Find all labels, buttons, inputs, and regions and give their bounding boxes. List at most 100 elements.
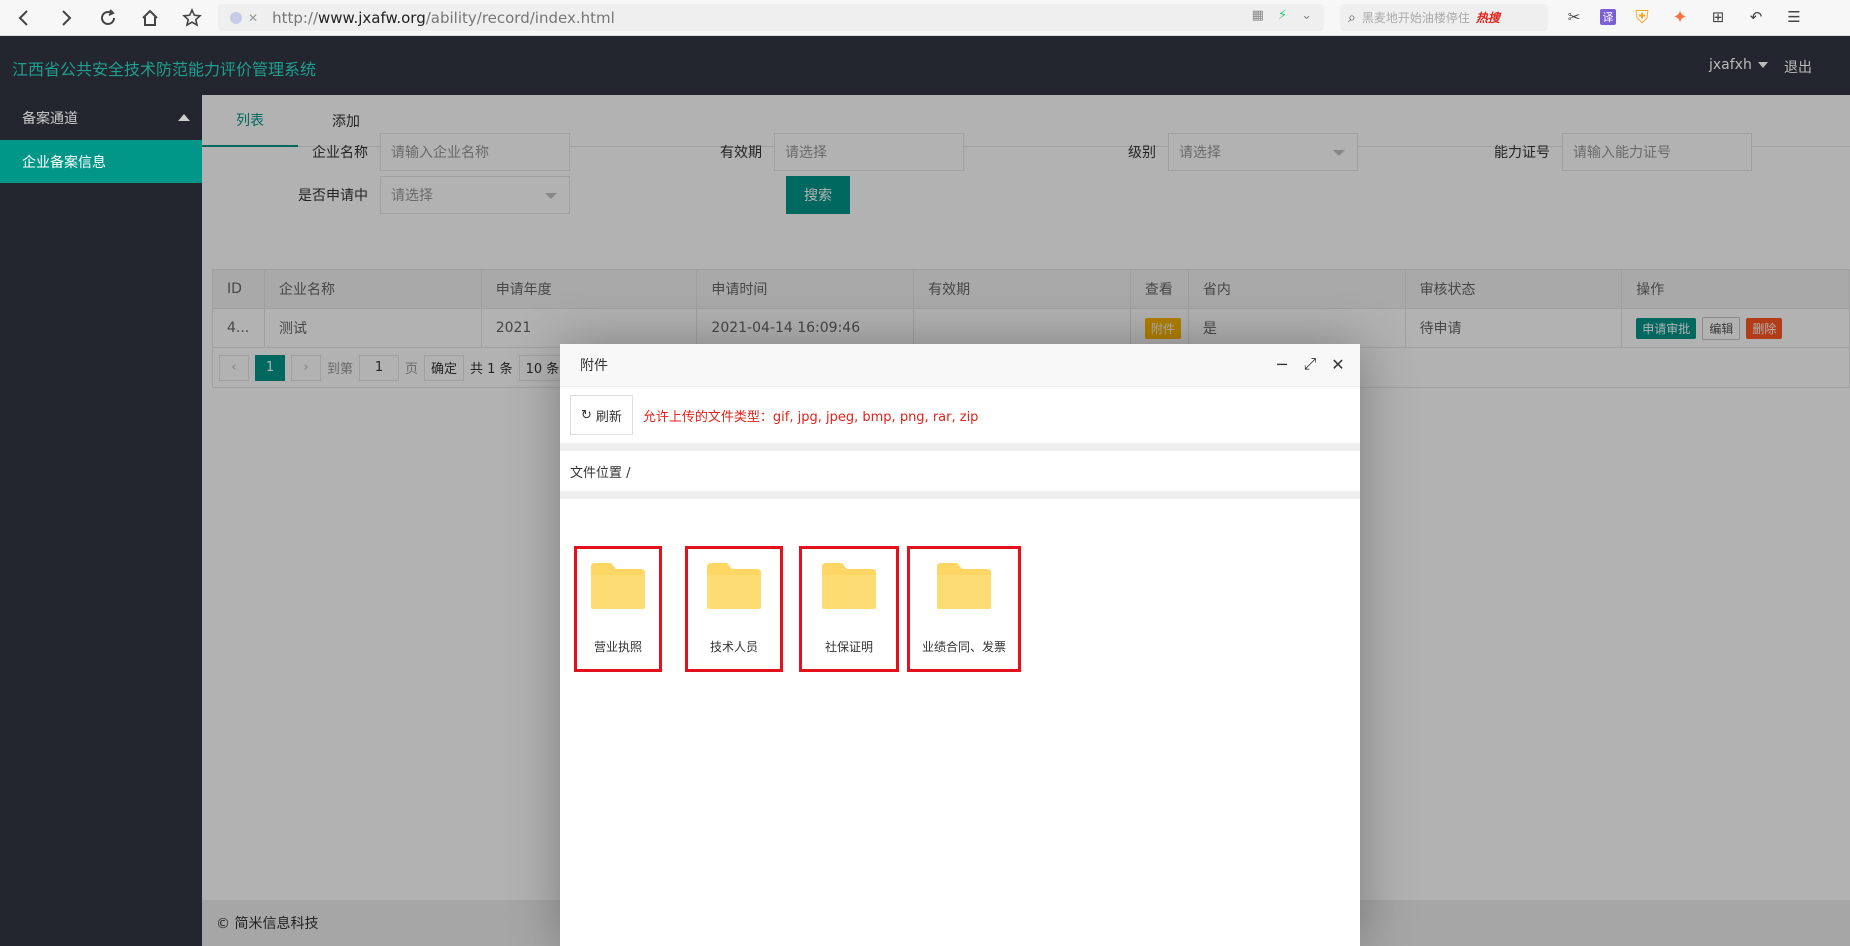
app-header: 江西省公共安全技术防范能力评价管理系统 jxafxh 退出 (0, 36, 1850, 95)
folder-business-license[interactable]: 营业执照 (574, 546, 662, 672)
applying-select[interactable]: 请选择 (380, 176, 570, 214)
validity-input[interactable]: 请选择 (774, 133, 964, 171)
cell-actions: 申请审批 编辑 删除 (1622, 309, 1849, 347)
cell-time: 2021-04-14 16:09:46 (697, 309, 915, 347)
search-placeholder: 黑麦地开始油楼停住 (1361, 11, 1470, 25)
folder-label: 营业执照 (593, 640, 642, 654)
scissors-icon[interactable]: ✂ (1562, 6, 1586, 28)
sidebar-item-company-record[interactable]: 企业备案信息 (0, 140, 202, 183)
folder-label: 社保证明 (824, 640, 873, 654)
logout-link[interactable]: 退出 (1784, 57, 1812, 77)
folder-icon (707, 563, 761, 609)
folder-technical-staff[interactable]: 技术人员 (685, 546, 783, 672)
caret-up-icon (178, 114, 190, 121)
dropdown-arrow-icon (1333, 150, 1345, 156)
dropdown-arrow-icon (545, 193, 557, 199)
site-info-icon[interactable] (230, 11, 242, 24)
hot-search-label[interactable]: 热搜 (1476, 9, 1500, 26)
col-year: 申请年度 (482, 270, 698, 308)
undo-icon[interactable]: ↶ (1744, 6, 1768, 28)
sidebar-group-record[interactable]: 备案通道 (0, 95, 202, 140)
home-icon[interactable] (132, 0, 168, 36)
folder-icon (591, 563, 645, 609)
modal-title: 附件 (580, 358, 608, 374)
sidebar-group-label: 备案通道 (22, 110, 78, 127)
attachment-modal: 附件 ─ ⤢ ✕ ↻ 刷新 允许上传的文件类型：gif, jpg, jpeg, … (560, 344, 1360, 946)
cell-status: 待申请 (1406, 309, 1623, 347)
attachment-button[interactable]: 附件 (1144, 317, 1181, 339)
col-validity: 有效期 (914, 270, 1131, 308)
lightning-icon[interactable]: ⚡ (1278, 8, 1287, 23)
folder-contracts-invoices[interactable]: 业绩合同、发票 (907, 546, 1021, 672)
app-title[interactable]: 江西省公共安全技术防范能力评价管理系统 (12, 56, 316, 80)
close-icon[interactable]: ✕ (1330, 355, 1346, 374)
minimize-icon[interactable]: ─ (1274, 355, 1290, 374)
search-icon: ⌕ (1348, 9, 1356, 26)
prev-page-icon[interactable]: ‹ (219, 354, 249, 381)
browser-search-box[interactable]: ⌕ 黑麦地开始油楼停住 热搜 (1340, 4, 1548, 31)
folder-label: 技术人员 (709, 640, 758, 654)
goto-label: 到第 (327, 362, 354, 377)
shield-icon[interactable]: ⛨ (1630, 6, 1654, 28)
address-bar[interactable]: ✕ http://www.jxafw.org/ability/record/in… (218, 4, 1324, 31)
cert-input[interactable]: 请输入能力证号 (1562, 133, 1752, 171)
chevron-down-icon[interactable]: ⌄ (1301, 8, 1312, 23)
col-company: 企业名称 (265, 270, 482, 308)
folder-icon (937, 563, 991, 609)
menu-icon[interactable]: ☰ (1782, 6, 1806, 28)
sidebar: 备案通道 企业备案信息 (0, 95, 202, 946)
total-count: 共 1 条 (470, 362, 513, 377)
file-location: 文件位置 / (570, 465, 631, 481)
col-id: ID (213, 270, 265, 308)
url-text: http://www.jxafw.org/ability/record/inde… (272, 8, 615, 27)
applying-label: 是否申请中 (298, 188, 368, 204)
gamepad-icon[interactable]: ✦ (1668, 6, 1692, 28)
page-current[interactable]: 1 (255, 354, 285, 381)
filter-level: 级别 请选择 (1060, 133, 1358, 171)
level-label: 级别 (1128, 145, 1156, 161)
maximize-icon[interactable]: ⤢ (1302, 354, 1318, 373)
folder-icon (822, 563, 876, 609)
company-label: 企业名称 (312, 145, 368, 161)
qr-icon[interactable]: ▦ (1252, 8, 1264, 23)
col-actions: 操作 (1636, 282, 1665, 298)
next-page-icon[interactable]: › (291, 354, 321, 381)
goto-confirm-button[interactable]: 确定 (424, 354, 465, 381)
divider (560, 443, 1360, 451)
goto-input[interactable]: 1 (359, 354, 400, 381)
search-button[interactable]: 搜索 (786, 176, 850, 214)
cell-company: 测试 (265, 309, 482, 347)
forward-icon[interactable] (48, 0, 84, 36)
table-row: 4... 测试 2021 2021-04-14 16:09:46 附件 是 待申… (213, 309, 1849, 348)
cert-label: 能力证号 (1494, 145, 1550, 161)
col-view: 查看 (1131, 270, 1189, 308)
company-input[interactable]: 请输入企业名称 (380, 133, 570, 171)
insecure-icon: ✕ (248, 10, 259, 25)
filter-company: 企业名称 请输入企业名称 (272, 133, 570, 171)
edit-button[interactable]: 编辑 (1702, 316, 1741, 340)
folder-social-security[interactable]: 社保证明 (799, 546, 899, 672)
cell-id: 4... (213, 309, 265, 347)
col-status: 审核状态 (1406, 270, 1623, 308)
level-select[interactable]: 请选择 (1168, 133, 1358, 171)
back-icon[interactable] (6, 0, 42, 36)
user-menu[interactable]: jxafxh (1709, 57, 1768, 73)
delete-button[interactable]: 删除 (1746, 317, 1783, 339)
bookmark-star-icon[interactable] (174, 0, 210, 36)
apps-grid-icon[interactable]: ⊞ (1706, 6, 1730, 28)
table-header: ID 企业名称 申请年度 申请时间 有效期 查看 省内 审核状态 操作 (213, 270, 1849, 309)
divider (560, 491, 1360, 499)
filter-cert: 能力证号 请输入能力证号 (1454, 133, 1752, 171)
cell-view: 附件 (1131, 309, 1189, 347)
folder-label: 业绩合同、发票 (921, 640, 1006, 654)
validity-label: 有效期 (720, 145, 762, 161)
refresh-button[interactable]: ↻ 刷新 (570, 395, 633, 435)
apply-approval-button[interactable]: 申请审批 (1636, 317, 1697, 339)
search-row: 搜索 (786, 176, 850, 214)
reload-icon[interactable] (90, 0, 126, 36)
modal-toolbar: ↻ 刷新 允许上传的文件类型：gif, jpg, jpeg, bmp, png,… (560, 387, 1360, 443)
translate-icon[interactable]: 译 (1600, 9, 1616, 25)
modal-title-bar: 附件 ─ ⤢ ✕ (560, 344, 1360, 387)
cell-province: 是 (1189, 309, 1406, 347)
refresh-label: 刷新 (595, 409, 622, 425)
